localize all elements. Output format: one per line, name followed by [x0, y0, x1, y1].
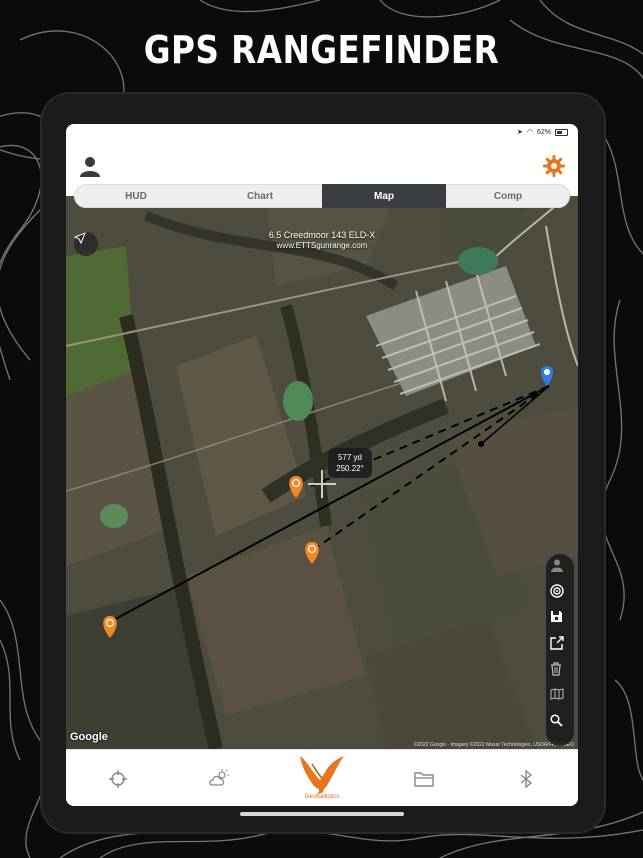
battery-icon [555, 128, 568, 136]
load-title: 6.5 Creedmoor 143 ELD-X [268, 230, 376, 240]
profile-icon[interactable] [78, 154, 102, 178]
tab-comp[interactable]: Comp [446, 184, 570, 208]
brand-label: GeoBallistics [304, 794, 340, 800]
share-icon[interactable] [550, 636, 570, 656]
save-icon[interactable] [550, 610, 570, 630]
trash-icon[interactable] [550, 662, 570, 682]
map-attribution: ©2022 Google · Imagery ©2022 Maxar Techn… [413, 742, 574, 748]
range-bearing: 250.22° [336, 464, 364, 473]
home-indicator [240, 812, 404, 816]
crosshair-icon[interactable] [107, 768, 129, 790]
map-icon[interactable] [550, 688, 570, 708]
headline: GPS RANGEFINDER [143, 28, 500, 72]
battery-percent: 62% [536, 128, 551, 136]
settings-gear-icon[interactable] [542, 154, 566, 178]
search-icon[interactable] [550, 714, 570, 734]
tab-chart[interactable]: Chart [198, 184, 322, 208]
range-readout: 577 yd 250.22° [328, 448, 372, 478]
tab-map[interactable]: Map [322, 184, 446, 208]
app-screen: ➤ ◠ 62% 6.5 Creedmoor 143 ELD-X www.ETTS… [66, 124, 578, 806]
range-distance: 577 yd [337, 453, 363, 462]
eagle-logo-icon [300, 756, 344, 794]
geoballistics-logo[interactable]: GeoBallistics [294, 752, 350, 804]
person-icon[interactable] [550, 558, 570, 578]
satellite-map[interactable]: 6.5 Creedmoor 143 ELD-X www.ETTSgunrange… [66, 196, 578, 749]
wifi-icon: ◠ [526, 129, 533, 136]
map-toolbar [546, 554, 574, 746]
location-arrow-icon: ➤ [517, 129, 523, 136]
status-bar: ➤ ◠ 62% [517, 128, 568, 136]
map-imagery [66, 196, 578, 749]
target-icon[interactable] [550, 584, 570, 604]
weather-icon[interactable] [208, 768, 230, 790]
tab-hud[interactable]: HUD [74, 184, 198, 208]
bottom-navigation: GeoBallistics [66, 749, 578, 806]
view-tabs: HUD Chart Map Comp [74, 184, 570, 208]
google-logo: Google [70, 731, 108, 743]
folder-icon[interactable] [413, 768, 435, 790]
range-name: www.ETTSgunrange.com [276, 241, 368, 250]
bluetooth-icon[interactable] [515, 768, 537, 790]
